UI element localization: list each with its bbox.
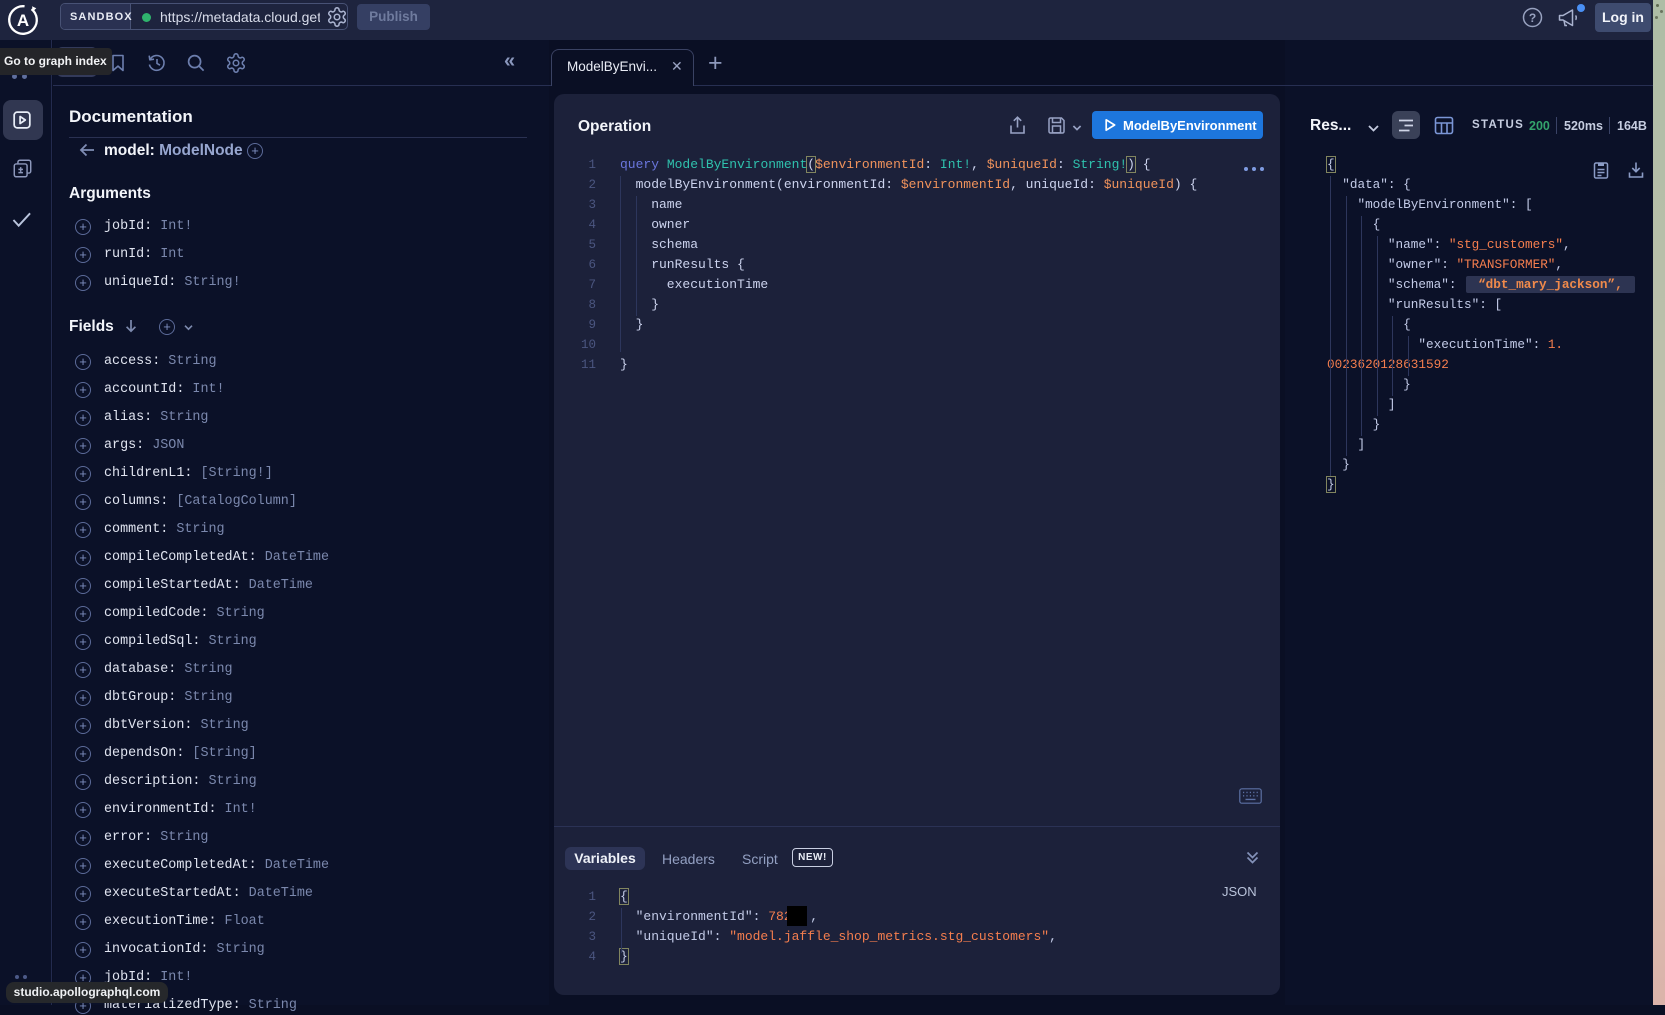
svg-text:A: A	[17, 11, 29, 30]
svg-text:?: ?	[1529, 11, 1536, 25]
